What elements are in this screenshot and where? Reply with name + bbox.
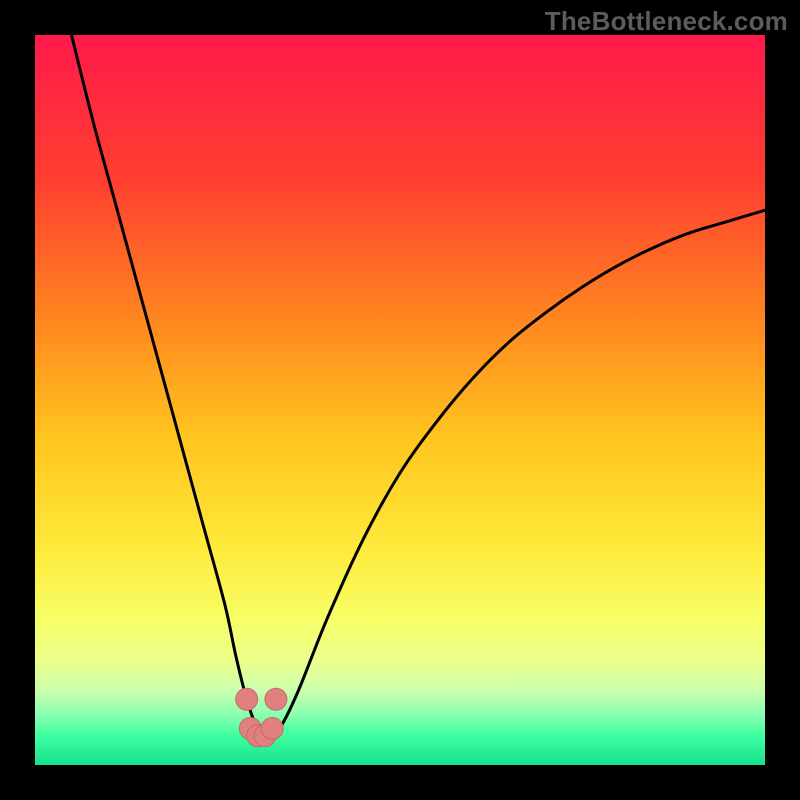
curve-marker <box>261 718 283 740</box>
curve-marker <box>265 688 287 710</box>
gradient-background <box>35 35 765 765</box>
bottleneck-chart-svg <box>35 35 765 765</box>
watermark-text: TheBottleneck.com <box>545 6 788 37</box>
chart-frame: TheBottleneck.com <box>0 0 800 800</box>
curve-marker <box>236 688 258 710</box>
plot-area <box>35 35 765 765</box>
